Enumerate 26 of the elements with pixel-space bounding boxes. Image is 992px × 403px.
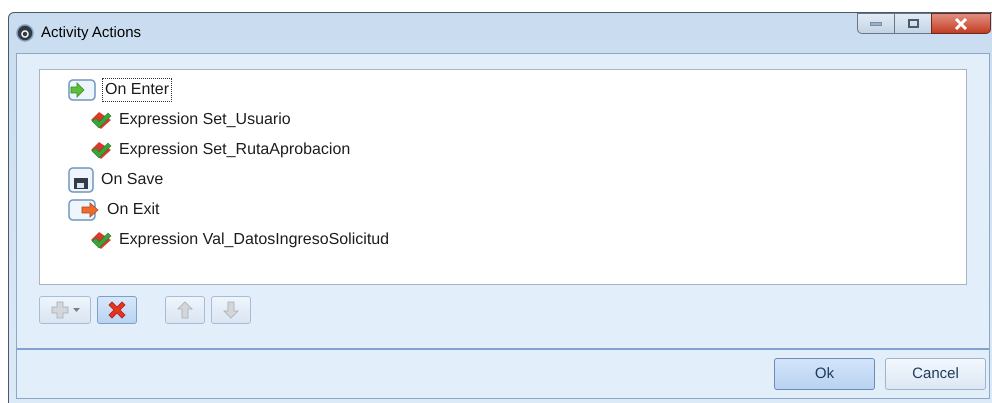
checkmark-icon bbox=[90, 230, 112, 250]
delete-icon bbox=[107, 300, 127, 320]
window-title: Activity Actions bbox=[41, 22, 142, 43]
arrow-down-icon bbox=[223, 301, 239, 319]
close-icon bbox=[954, 18, 968, 30]
tree-item[interactable]: Expression Val_DatosIngresoSolicitud bbox=[116, 228, 392, 252]
dialog-button[interactable]: Cancel bbox=[885, 358, 986, 390]
plus-icon bbox=[50, 301, 68, 319]
tree-item[interactable]: On Enter bbox=[102, 78, 172, 102]
close-button[interactable] bbox=[931, 13, 991, 34]
app-logo-icon bbox=[16, 24, 34, 42]
checkmark-icon bbox=[90, 140, 112, 160]
tree-item[interactable]: On Exit bbox=[104, 198, 162, 222]
delete-button[interactable] bbox=[97, 296, 137, 324]
caret-icon bbox=[72, 308, 80, 312]
maximize-icon bbox=[908, 19, 918, 28]
maximize-button[interactable] bbox=[895, 13, 931, 34]
exit-arrow-icon bbox=[68, 199, 100, 221]
minimize-icon bbox=[870, 22, 882, 26]
dialog-button[interactable]: Ok bbox=[774, 358, 875, 390]
arrow-up-icon bbox=[177, 301, 193, 319]
minimize-button[interactable] bbox=[857, 13, 895, 34]
tree-item[interactable]: On Save bbox=[98, 168, 166, 192]
tree-item[interactable]: Expression Set_RutaAprobacion bbox=[116, 138, 354, 162]
tree-item[interactable]: Expression Set_Usuario bbox=[116, 108, 294, 132]
checkmark-icon bbox=[90, 110, 112, 130]
